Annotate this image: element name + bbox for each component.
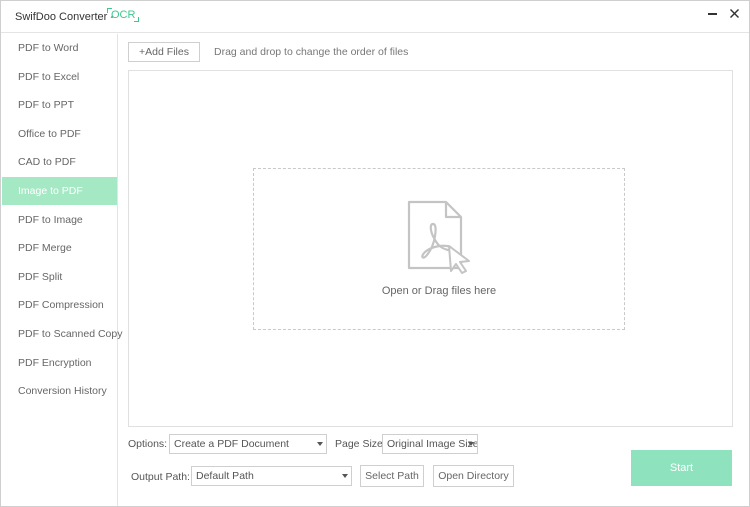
output-path-label: Output Path: xyxy=(131,471,190,483)
pdf-file-icon xyxy=(407,200,470,274)
sidebar-item-cad-to-pdf[interactable]: CAD to PDF xyxy=(2,148,117,176)
sidebar-item-pdf-to-ppt[interactable]: PDF to PPT xyxy=(2,91,117,119)
sidebar-item-pdf-compression[interactable]: PDF Compression xyxy=(2,291,117,319)
ocr-bracket-bottom-right xyxy=(134,17,140,22)
sidebar-item-pdf-encryption[interactable]: PDF Encryption xyxy=(2,349,117,377)
page-size-label: Page Size: xyxy=(335,438,386,450)
options-select-value: Create a PDF Document xyxy=(174,438,289,450)
ocr-label: OCR xyxy=(111,9,136,21)
output-path-select-value: Default Path xyxy=(196,470,254,482)
output-path-select[interactable]: Default Path xyxy=(191,466,352,486)
add-files-button[interactable]: +Add Files xyxy=(128,42,200,62)
sidebar-item-pdf-merge[interactable]: PDF Merge xyxy=(2,234,117,262)
start-button[interactable]: Start xyxy=(631,450,732,486)
sidebar-item-image-to-pdf[interactable]: Image to PDF xyxy=(2,177,117,205)
sidebar-item-pdf-to-word[interactable]: PDF to Word xyxy=(2,34,117,62)
sidebar-item-pdf-to-scanned-copy[interactable]: PDF to Scanned Copy xyxy=(2,320,122,348)
drag-hint-text: Drag and drop to change the order of fil… xyxy=(214,46,409,58)
options-select[interactable]: Create a PDF Document xyxy=(169,434,327,454)
title-bar: SwifDoo Converter - OCR xyxy=(1,1,749,33)
options-label: Options: xyxy=(128,438,168,450)
select-path-button[interactable]: Select Path xyxy=(360,465,424,487)
ocr-button[interactable]: OCR xyxy=(107,8,140,22)
sidebar-item-office-to-pdf[interactable]: Office to PDF xyxy=(2,120,117,148)
close-icon xyxy=(729,8,739,18)
sidebar-item-pdf-to-image[interactable]: PDF to Image xyxy=(2,206,117,234)
open-directory-button[interactable]: Open Directory xyxy=(433,465,514,487)
minimize-icon xyxy=(707,13,717,15)
page-size-select-value: Original Image Size xyxy=(387,438,478,450)
minimize-button[interactable] xyxy=(701,3,723,23)
chevron-down-icon xyxy=(342,474,348,478)
sidebar-item-pdf-to-excel[interactable]: PDF to Excel xyxy=(2,63,117,91)
sidebar-item-conversion-history[interactable]: Conversion History xyxy=(2,377,117,405)
app-window: SwifDoo Converter - OCR PDF to Word PDF … xyxy=(0,0,750,507)
app-title: SwifDoo Converter - xyxy=(15,11,115,23)
chevron-down-icon xyxy=(317,442,323,446)
ocr-bracket-top-left xyxy=(107,8,112,13)
chevron-down-icon xyxy=(468,442,474,446)
close-button[interactable] xyxy=(723,3,745,23)
drop-zone[interactable]: Open or Drag files here xyxy=(253,168,625,330)
file-list-area[interactable]: Open or Drag files here xyxy=(128,70,733,427)
page-size-select[interactable]: Original Image Size xyxy=(382,434,478,454)
sidebar: PDF to Word PDF to Excel PDF to PPT Offi… xyxy=(1,34,122,506)
drop-zone-text: Open or Drag files here xyxy=(381,285,497,297)
sidebar-item-pdf-split[interactable]: PDF Split xyxy=(2,263,117,291)
